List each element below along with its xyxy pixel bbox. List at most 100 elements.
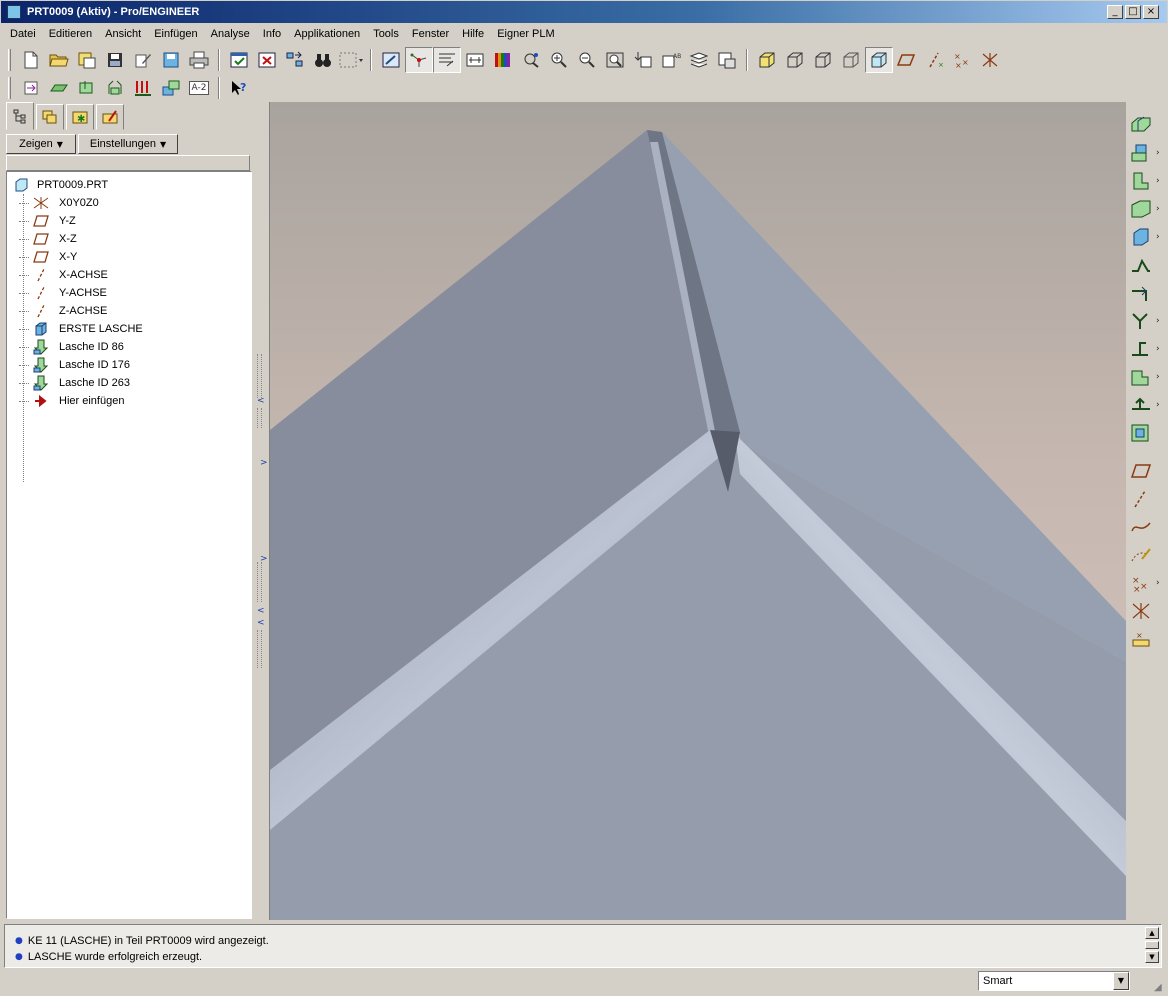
- analysis-feature-icon[interactable]: ×: [1128, 626, 1164, 652]
- menu-info[interactable]: Info: [257, 28, 288, 40]
- shaded-model-icon[interactable]: [865, 47, 893, 73]
- tree-item-insert-here[interactable]: Hier einfügen: [19, 392, 124, 410]
- collapse-left-icon[interactable]: <: [257, 618, 265, 628]
- save-icon[interactable]: [101, 47, 129, 73]
- favorites-tab[interactable]: ✱: [66, 104, 94, 130]
- layers-tab[interactable]: [36, 104, 64, 130]
- datum-curve-icon[interactable]: [1128, 514, 1164, 540]
- menu-applikationen[interactable]: Applikationen: [288, 28, 367, 40]
- datum-planes-icon[interactable]: [893, 47, 921, 73]
- collapse-left-icon[interactable]: <: [257, 396, 265, 406]
- minimize-button[interactable]: _: [1107, 5, 1123, 19]
- saved-views-icon[interactable]: [433, 47, 461, 73]
- import-icon[interactable]: [17, 75, 45, 101]
- shaded-icon[interactable]: [837, 47, 865, 73]
- unattached-wall-icon[interactable]: [1128, 112, 1164, 138]
- folder-tab[interactable]: [96, 104, 124, 130]
- print-icon[interactable]: [185, 47, 213, 73]
- no-hidden-icon[interactable]: [809, 47, 837, 73]
- repaint-icon[interactable]: [377, 47, 405, 73]
- tree-item-flange-86[interactable]: Lasche ID 86: [19, 338, 124, 356]
- expand-right-icon[interactable]: >: [260, 458, 268, 468]
- tree-item-plane-yz[interactable]: Y-Z: [19, 212, 76, 230]
- flange-wall-icon[interactable]: ›: [1128, 168, 1164, 194]
- context-help-icon[interactable]: ?: [225, 75, 253, 101]
- scroll-down-icon[interactable]: ▼: [1145, 951, 1159, 963]
- toolbar-grip[interactable]: [8, 49, 11, 71]
- toolbar-grip[interactable]: [8, 77, 11, 99]
- tree-item-csys[interactable]: X0Y0Z0: [19, 194, 99, 212]
- swap-icon[interactable]: [281, 47, 309, 73]
- new-file-icon[interactable]: [17, 47, 45, 73]
- scroll-thumb[interactable]: [1145, 941, 1159, 949]
- resize-grip-icon[interactable]: ◢: [1154, 982, 1166, 994]
- analysis-icon[interactable]: [129, 75, 157, 101]
- binoculars-icon[interactable]: [309, 47, 337, 73]
- menu-fenster[interactable]: Fenster: [406, 28, 456, 40]
- regenerate-icon[interactable]: [225, 47, 253, 73]
- tree-item-plane-xz[interactable]: X-Z: [19, 230, 77, 248]
- settings-dropdown[interactable]: Einstellungen ▼: [78, 134, 178, 154]
- tree-item-flange-263[interactable]: Lasche ID 263: [19, 374, 130, 392]
- menu-hilfe[interactable]: Hilfe: [456, 28, 491, 40]
- selection-filter-dropdown[interactable]: Smart ▼: [978, 971, 1130, 991]
- sheet-icon[interactable]: [45, 75, 73, 101]
- chevron-down-icon[interactable]: ▼: [1113, 972, 1129, 990]
- extrude-wall-icon[interactable]: ›: [1128, 224, 1164, 250]
- menu-tools[interactable]: Tools: [367, 28, 406, 40]
- maximize-button[interactable]: □: [1125, 5, 1141, 19]
- merge-icon[interactable]: [73, 75, 101, 101]
- csys-icon[interactable]: [977, 47, 1005, 73]
- layer-tree-icon[interactable]: [685, 47, 713, 73]
- reorient-icon[interactable]: [629, 47, 657, 73]
- select-box-icon[interactable]: [337, 47, 365, 73]
- tree-item-first-wall[interactable]: ERSTE LASCHE: [19, 320, 143, 338]
- menu-analyse[interactable]: Analyse: [205, 28, 257, 40]
- menu-eigner-plm[interactable]: Eigner PLM: [491, 28, 561, 40]
- datum-plane-icon[interactable]: [1128, 458, 1164, 484]
- tree-item-y-axis[interactable]: Y-ACHSE: [19, 284, 107, 302]
- refit-icon[interactable]: [601, 47, 629, 73]
- extend-wall-icon[interactable]: ›: [1128, 196, 1164, 222]
- layers-icon[interactable]: [517, 47, 545, 73]
- sketched-datum-icon[interactable]: [1128, 542, 1164, 568]
- edge-bend-icon[interactable]: [1128, 280, 1164, 306]
- zoom-in-icon[interactable]: [545, 47, 573, 73]
- unbend-icon[interactable]: ›: [1128, 308, 1164, 334]
- tree-item-x-axis[interactable]: X-ACHSE: [19, 266, 108, 284]
- coord-system-icon[interactable]: [1128, 598, 1164, 624]
- tree-item-plane-xy[interactable]: X-Y: [19, 248, 77, 266]
- disk-icon[interactable]: [157, 47, 185, 73]
- menu-editieren[interactable]: Editieren: [43, 28, 99, 40]
- scale-icon[interactable]: [101, 75, 129, 101]
- close-button[interactable]: ×: [1143, 5, 1159, 19]
- orient-icon[interactable]: [461, 47, 489, 73]
- scroll-up-icon[interactable]: ▲: [1145, 927, 1159, 939]
- close-window-icon[interactable]: [253, 47, 281, 73]
- collapse-left-icon[interactable]: <: [257, 606, 265, 616]
- open-folder-icon[interactable]: [45, 47, 73, 73]
- datum-axis-icon[interactable]: [1128, 486, 1164, 512]
- datum-axes-icon[interactable]: ×: [921, 47, 949, 73]
- move-icon[interactable]: [157, 75, 185, 101]
- datum-points-icon[interactable]: × × ×: [949, 47, 977, 73]
- edit-icon[interactable]: [129, 47, 157, 73]
- tree-column-header[interactable]: [6, 155, 250, 171]
- model-display-icon[interactable]: [713, 47, 741, 73]
- tree-item-flange-176[interactable]: Lasche ID 176: [19, 356, 130, 374]
- show-dropdown[interactable]: Zeigen ▼: [6, 134, 76, 154]
- flatten-icon[interactable]: ›: [1128, 392, 1164, 418]
- hidden-line-icon[interactable]: [781, 47, 809, 73]
- rip-icon[interactable]: [1128, 420, 1164, 446]
- tree-root[interactable]: PRT0009.PRT: [11, 176, 108, 194]
- message-scrollbar[interactable]: ▲ ▼: [1145, 927, 1159, 965]
- bend-back-icon[interactable]: ›: [1128, 336, 1164, 362]
- datum-point-icon[interactable]: × × × ›: [1128, 570, 1164, 596]
- save-as-icon[interactable]: [73, 47, 101, 73]
- bend-icon[interactable]: [1128, 252, 1164, 278]
- menu-einfuegen[interactable]: Einfügen: [148, 28, 204, 40]
- menu-datei[interactable]: Datei: [4, 28, 43, 40]
- zoom-out-icon[interactable]: [573, 47, 601, 73]
- tree-item-z-axis[interactable]: Z-ACHSE: [19, 302, 107, 320]
- graphics-window[interactable]: [269, 102, 1126, 920]
